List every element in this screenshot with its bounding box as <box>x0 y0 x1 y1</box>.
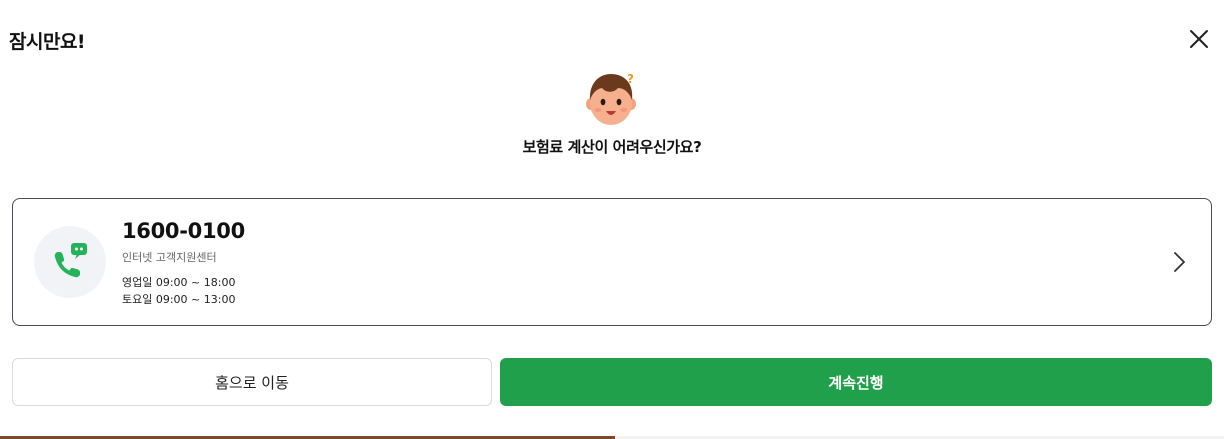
business-hours: 영업일 09:00 ~ 18:00 토요일 09:00 ~ 13:00 <box>122 274 235 308</box>
weekday-hours: 영업일 09:00 ~ 18:00 <box>122 276 236 289</box>
customer-center-card[interactable]: 1600-0100 인터넷 고객지원센터 영업일 09:00 ~ 18:00 토… <box>12 198 1212 326</box>
phone-number: 1600-0100 <box>122 219 245 243</box>
chevron-right-icon <box>1174 252 1185 272</box>
hero-section: ? 보험료 계산이 어려우신가요? <box>0 70 1224 157</box>
close-button[interactable] <box>1186 26 1212 52</box>
hero-question: 보험료 계산이 어려우신가요? <box>522 138 702 156</box>
avatar-icon: ? <box>586 72 636 125</box>
continue-button[interactable]: 계속진행 <box>500 358 1212 406</box>
modal-title: 잠시만요! <box>9 31 86 53</box>
phone-chat-icon <box>54 243 87 278</box>
call-icon-badge <box>34 226 106 298</box>
home-button[interactable]: 홈으로 이동 <box>12 358 492 406</box>
support-center-label: 인터넷 고객지원센터 <box>122 251 217 264</box>
saturday-hours: 토요일 09:00 ~ 13:00 <box>122 293 236 306</box>
close-icon <box>1190 30 1208 48</box>
modal-dialog: 잠시만요! ? 보험료 계산이 어려우신가요? 1600-0100 인터넷 고객… <box>0 0 1224 439</box>
